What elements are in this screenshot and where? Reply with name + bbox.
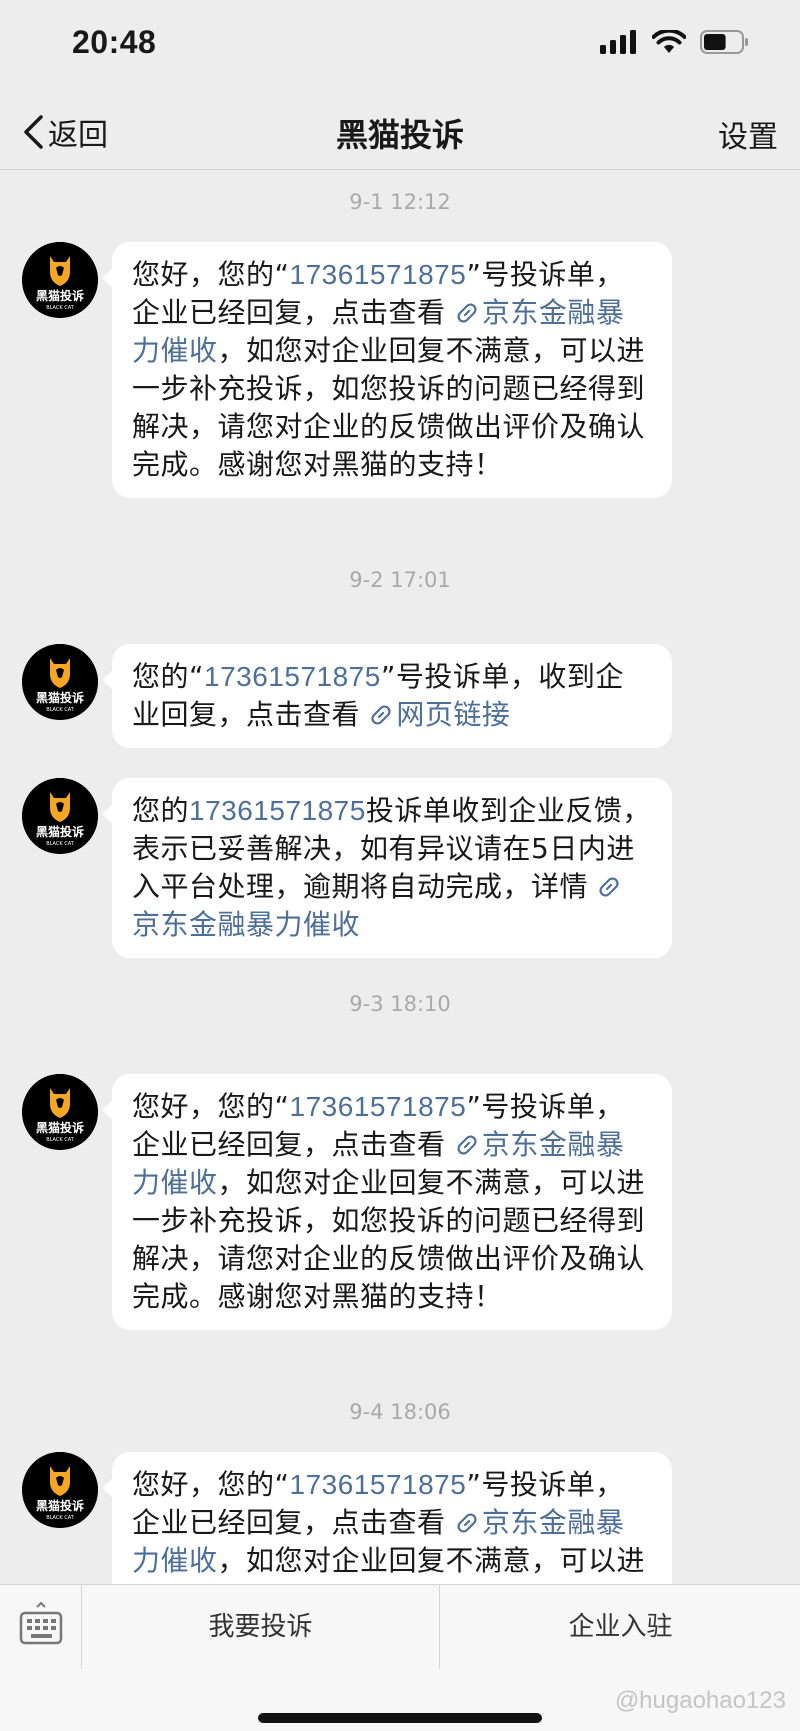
complain-menu-button[interactable]: 我要投诉 xyxy=(82,1585,440,1669)
nav-bar: 返回 黑猫投诉 设置 xyxy=(0,92,800,170)
link-icon xyxy=(455,1506,482,1539)
message-text: 您好，您的“ xyxy=(132,1090,290,1123)
settings-button[interactable]: 设置 xyxy=(718,112,778,156)
battery-icon xyxy=(700,30,748,54)
avatar[interactable]: 黑猫投诉 BLACK CAT xyxy=(22,242,98,318)
avatar[interactable]: 黑猫投诉 BLACK CAT xyxy=(22,1074,98,1150)
watermark-text: @hugaohao123 xyxy=(614,1687,786,1714)
black-cat-logo-icon: 黑猫投诉 BLACK CAT xyxy=(22,1452,98,1528)
avatar[interactable]: 黑猫投诉 BLACK CAT xyxy=(22,1452,98,1528)
svg-text:BLACK CAT: BLACK CAT xyxy=(46,707,75,713)
svg-text:黑猫投诉: 黑猫投诉 xyxy=(36,1498,84,1513)
message-text: 您好，您的“ xyxy=(132,258,290,291)
svg-text:黑猫投诉: 黑猫投诉 xyxy=(36,824,84,839)
page-title: 黑猫投诉 xyxy=(335,116,464,154)
cellular-signal-icon xyxy=(600,30,636,54)
black-cat-logo-icon: 黑猫投诉 BLACK CAT xyxy=(22,242,98,318)
home-indicator xyxy=(258,1713,542,1723)
svg-text:黑猫投诉: 黑猫投诉 xyxy=(36,1120,84,1135)
status-time: 20:48 xyxy=(72,24,157,60)
black-cat-logo-icon: 黑猫投诉 BLACK CAT xyxy=(22,644,98,720)
complaint-number-link[interactable]: 17361571875 xyxy=(204,661,381,692)
bottom-menu-bar: 我要投诉 企业入驻 @hugaohao123 xyxy=(0,1584,800,1731)
web-link[interactable]: 网页链接 xyxy=(369,698,510,731)
black-cat-logo-icon: 黑猫投诉 BLACK CAT xyxy=(22,778,98,854)
message-timestamp: 9-2 17:01 xyxy=(349,568,451,592)
link-icon xyxy=(597,870,624,903)
message-timestamp: 9-4 18:06 xyxy=(349,1400,451,1424)
keyboard-icon xyxy=(19,1601,63,1645)
complaint-link-text: 京东金融暴力催收 xyxy=(132,908,361,941)
avatar[interactable]: 黑猫投诉 BLACK CAT xyxy=(22,644,98,720)
svg-text:黑猫投诉: 黑猫投诉 xyxy=(36,288,84,303)
avatar[interactable]: 黑猫投诉 BLACK CAT xyxy=(22,778,98,854)
svg-text:BLACK CAT: BLACK CAT xyxy=(46,305,75,311)
message-text: 您的“ xyxy=(132,660,205,693)
company-join-menu-button[interactable]: 企业入驻 xyxy=(441,1585,800,1669)
wifi-icon xyxy=(652,30,686,53)
message-bubble: 您的17361571875投诉单收到企业反馈，表示已妥善解决，如有异议请在5日内… xyxy=(102,778,672,958)
link-icon xyxy=(455,1128,482,1161)
status-bar: 20:48 xyxy=(0,0,800,92)
complaint-number-link[interactable]: 17361571875 xyxy=(189,795,366,826)
link-icon xyxy=(455,296,482,329)
message-bubble: 您好，您的“17361571875”号投诉单，企业已经回复，点击查看 京东金融暴… xyxy=(102,1074,672,1330)
message-bubble: 您好，您的“17361571875”号投诉单，企业已经回复，点击查看 京东金融暴… xyxy=(102,1452,672,1584)
svg-text:黑猫投诉: 黑猫投诉 xyxy=(36,690,84,705)
keyboard-toggle-button[interactable] xyxy=(0,1585,82,1669)
message-bubble: 您的“17361571875”号投诉单，收到企业回复，点击查看 网页链接 xyxy=(102,644,672,748)
complaint-number-link[interactable]: 17361571875 xyxy=(290,1091,467,1122)
svg-text:BLACK CAT: BLACK CAT xyxy=(46,841,75,847)
message-text: 您的 xyxy=(132,794,190,827)
link-icon xyxy=(369,698,396,731)
message-timestamp: 9-1 12:12 xyxy=(349,190,451,214)
message-timestamp: 9-3 18:10 xyxy=(349,992,451,1016)
complaint-number-link[interactable]: 17361571875 xyxy=(290,259,467,290)
svg-text:BLACK CAT: BLACK CAT xyxy=(46,1137,75,1143)
web-link-text: 网页链接 xyxy=(396,698,511,731)
chat-area[interactable]: 9-1 12:12 黑猫投诉 BLACK CAT 您好，您的“1736157187… xyxy=(0,170,800,1584)
svg-text:BLACK CAT: BLACK CAT xyxy=(46,1515,75,1521)
message-bubble: 您好，您的“17361571875”号投诉单，企业已经回复，点击查看 京东金融暴… xyxy=(102,242,672,498)
message-text: 您好，您的“ xyxy=(132,1468,290,1501)
black-cat-logo-icon: 黑猫投诉 BLACK CAT xyxy=(22,1074,98,1150)
complaint-number-link[interactable]: 17361571875 xyxy=(290,1469,467,1500)
